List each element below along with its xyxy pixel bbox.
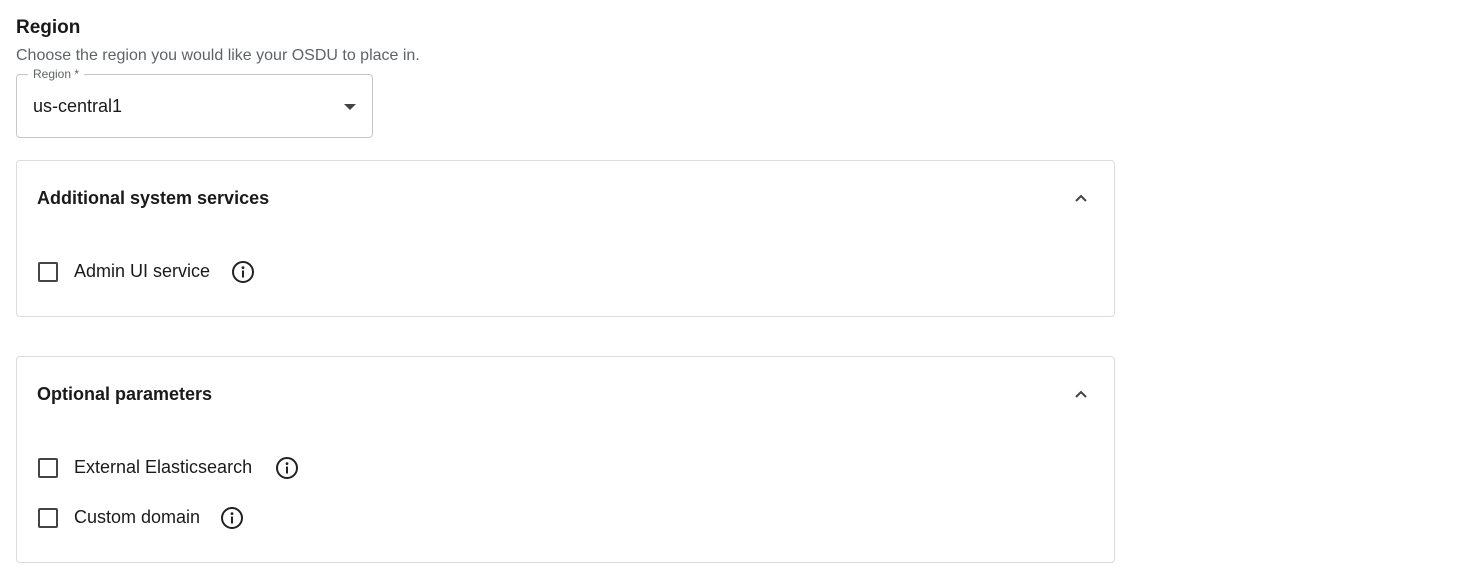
- info-icon[interactable]: [275, 456, 299, 480]
- info-icon[interactable]: [231, 260, 255, 284]
- region-select-label: Region *: [28, 66, 85, 82]
- chevron-up-icon[interactable]: [1074, 389, 1088, 399]
- chevron-up-icon[interactable]: [1074, 193, 1088, 203]
- region-title: Region: [16, 17, 81, 38]
- external-elasticsearch-checkbox[interactable]: [38, 458, 58, 478]
- custom-domain-checkbox[interactable]: [38, 508, 58, 528]
- admin-ui-service-checkbox[interactable]: [38, 262, 58, 282]
- info-icon[interactable]: [220, 506, 244, 530]
- region-select-value: us-central1: [33, 96, 123, 116]
- region-description: Choose the region you would like your OS…: [16, 47, 420, 64]
- region-select[interactable]: Region * us-central1: [16, 66, 373, 138]
- option-label: External Elasticsearch: [74, 457, 253, 477]
- additional-system-services-header[interactable]: Additional system services: [17, 161, 1114, 239]
- panel-title: Additional system services: [37, 188, 270, 208]
- panel-title: Optional parameters: [37, 384, 213, 404]
- additional-system-services-panel: Additional system services Admin UI serv…: [16, 160, 1115, 317]
- optional-parameters-header[interactable]: Optional parameters: [17, 357, 1114, 435]
- option-label: Admin UI service: [74, 261, 211, 281]
- option-label: Custom domain: [74, 507, 201, 527]
- dropdown-arrow-icon[interactable]: [344, 104, 356, 110]
- optional-parameters-panel: Optional parameters External Elasticsear…: [16, 356, 1115, 563]
